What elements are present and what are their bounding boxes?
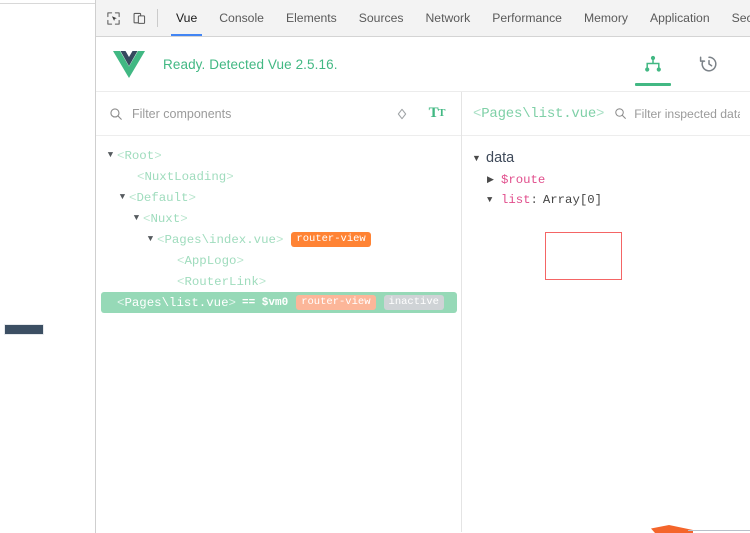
select-component-target-icon[interactable]	[395, 107, 409, 121]
device-toolbar-icon[interactable]	[126, 5, 152, 31]
data-value: Array[0]	[542, 193, 602, 207]
component-tree-tab-icon[interactable]	[635, 42, 671, 86]
time-travel-icon[interactable]	[694, 42, 724, 86]
badge-inactive: inactive	[383, 294, 444, 311]
data-group-label: data	[486, 150, 515, 166]
component-name: <Pages\list.vue>	[117, 295, 236, 310]
inspected-component-name: <Pages\list.vue>	[473, 105, 605, 122]
devtools-main: TT ▼ <Root> ▼ <NuxtLoading> ▼ <Default>	[96, 92, 750, 532]
tree-item-nuxtloading[interactable]: ▼ <NuxtLoading>	[96, 166, 461, 187]
inspected-data-filter-input[interactable]	[634, 106, 740, 121]
caret-down-icon[interactable]: ▼	[144, 235, 157, 244]
badge-router-view: router-view	[296, 294, 376, 311]
vue-header-actions	[635, 42, 736, 86]
component-tree-pane: TT ▼ <Root> ▼ <NuxtLoading> ▼ <Default>	[96, 92, 462, 532]
search-icon	[614, 107, 627, 120]
component-filter-actions: TT	[395, 106, 449, 121]
inspect-element-icon[interactable]	[100, 5, 126, 31]
component-name: <NuxtLoading>	[137, 169, 234, 184]
screenshot-root: Vue Console Elements Sources Network Per…	[0, 0, 750, 533]
tab-network[interactable]: Network	[414, 0, 481, 36]
caret-right-icon[interactable]: ▶	[487, 175, 501, 185]
tab-console[interactable]: Console	[208, 0, 275, 36]
devtools-tabbar: Vue Console Elements Sources Network Per…	[96, 0, 750, 37]
component-tree: ▼ <Root> ▼ <NuxtLoading> ▼ <Default> ▼ <…	[96, 136, 461, 313]
tab-vue[interactable]: Vue	[165, 0, 208, 36]
component-name: <AppLogo>	[177, 253, 244, 268]
caret-down-icon[interactable]: ▼	[487, 195, 501, 205]
search-icon	[109, 107, 123, 121]
tab-label: Sources	[358, 11, 404, 25]
tree-item-root[interactable]: ▼ <Root>	[96, 145, 461, 166]
tab-label: Vue	[176, 11, 198, 25]
vue-status-text: Ready. Detected Vue 2.5.16.	[163, 56, 338, 72]
tab-sources[interactable]: Sources	[348, 0, 415, 36]
tab-memory[interactable]: Memory	[573, 0, 639, 36]
component-name: <Pages\index.vue>	[157, 232, 284, 247]
tab-label: Console	[219, 11, 264, 25]
data-row-route[interactable]: ▶ $route	[462, 170, 750, 190]
vm-reference-label: == $vm0	[241, 296, 289, 309]
data-row-list[interactable]: ▼ list: Array[0]	[462, 190, 750, 210]
tab-label: Network	[425, 11, 471, 25]
tree-item-pages-list[interactable]: ▼ <Pages\list.vue> == $vm0 router-view i…	[101, 292, 457, 313]
component-name: <RouterLink>	[177, 274, 267, 289]
data-key: list	[501, 193, 531, 207]
page-top-divider	[0, 3, 95, 4]
inspected-data-filter	[614, 106, 740, 121]
component-filter-bar: TT	[96, 92, 461, 136]
component-name: <Nuxt>	[143, 211, 188, 226]
tab-performance[interactable]: Performance	[481, 0, 573, 36]
inspected-component-header: <Pages\list.vue>	[462, 92, 750, 136]
web-page-viewport	[0, 0, 95, 533]
component-name: <Default>	[129, 190, 196, 205]
data-group-header[interactable]: ▼ data	[462, 146, 750, 170]
tab-security[interactable]: Security	[721, 0, 750, 36]
bottom-rule	[688, 530, 750, 531]
format-component-names-icon[interactable]: TT	[429, 106, 446, 121]
tab-label: Memory	[583, 11, 628, 25]
tab-application[interactable]: Application	[639, 0, 721, 36]
tab-label: Security	[731, 11, 750, 25]
tab-elements[interactable]: Elements	[275, 0, 348, 36]
tab-label: Application	[649, 11, 710, 25]
devtools-window: Vue Console Elements Sources Network Per…	[95, 0, 750, 533]
tree-item-routerlink[interactable]: ▼ <RouterLink>	[96, 271, 461, 292]
page-content-bar	[4, 324, 44, 335]
vue-devtools-header: Ready. Detected Vue 2.5.16.	[96, 37, 750, 92]
tab-label: Performance	[492, 11, 562, 25]
orange-pointer-annotation	[649, 521, 693, 533]
data-tree: ▼ data ▶ $route ▼ list: Array[0]	[462, 136, 750, 280]
tab-label: Elements	[285, 11, 337, 25]
tree-item-applogo[interactable]: ▼ <AppLogo>	[96, 250, 461, 271]
data-colon: :	[530, 193, 538, 207]
tree-item-pages-index[interactable]: ▼ <Pages\index.vue> router-view	[96, 229, 461, 250]
caret-down-icon[interactable]: ▼	[116, 193, 129, 202]
tree-item-nuxt[interactable]: ▼ <Nuxt>	[96, 208, 461, 229]
data-key: $route	[501, 173, 546, 187]
component-name: <Root>	[117, 148, 162, 163]
tree-item-default[interactable]: ▼ <Default>	[96, 187, 461, 208]
caret-down-icon[interactable]: ▼	[104, 151, 117, 160]
inspected-data-pane: <Pages\list.vue> ▼ d	[462, 92, 750, 532]
toolbar-divider	[157, 9, 158, 27]
component-filter-input[interactable]	[132, 106, 395, 121]
vue-logo	[112, 49, 146, 79]
red-highlight-box	[545, 232, 622, 280]
badge-router-view: router-view	[291, 231, 371, 248]
caret-down-icon[interactable]: ▼	[472, 153, 486, 163]
caret-down-icon[interactable]: ▼	[130, 214, 143, 223]
